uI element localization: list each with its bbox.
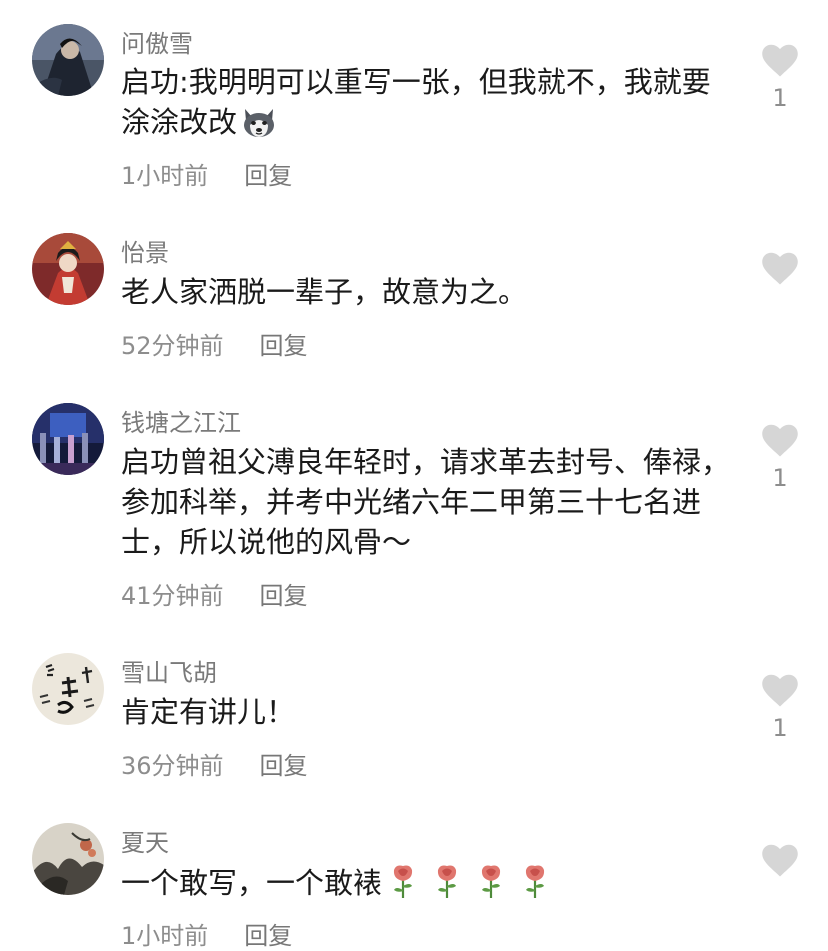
username[interactable]: 问傲雪 <box>121 24 193 59</box>
comment-text: 肯定有讲儿！ <box>121 692 731 732</box>
calligraphy-avatar-icon <box>32 653 104 725</box>
heart-icon <box>762 252 798 285</box>
username[interactable]: 钱塘之江江 <box>121 403 241 438</box>
reply-button[interactable]: 回复 <box>260 752 308 780</box>
like-count <box>760 292 800 322</box>
heart-icon <box>762 674 798 707</box>
like-count <box>760 884 800 914</box>
ink-painting-avatar-icon <box>32 823 104 895</box>
comment-time: 1小时前 <box>121 162 209 190</box>
avatar[interactable] <box>32 24 104 96</box>
comment-time: 1小时前 <box>121 922 209 950</box>
comment-body: 一个敢写，一个敢裱 <box>121 866 383 900</box>
like-count: 1 <box>772 84 788 112</box>
comment-body: 肯定有讲儿！ <box>121 695 296 729</box>
comment-text: 启功曾祖父溥良年轻时，请求革去封号、俸禄，参加科举，并考中光绪六年二甲第三十七名… <box>121 442 731 562</box>
comment-text: 一个敢写，一个敢裱 <box>121 862 731 910</box>
rose-emoji-icon <box>476 862 506 910</box>
avatar[interactable] <box>32 653 104 725</box>
comment-time: 36分钟前 <box>121 752 224 780</box>
rose-emoji-icon <box>388 862 418 910</box>
comment-time: 52分钟前 <box>121 332 224 360</box>
heart-icon <box>762 44 798 77</box>
rose-emoji-icon <box>520 862 550 910</box>
reply-button[interactable]: 回复 <box>244 162 292 190</box>
avatar[interactable] <box>32 403 104 475</box>
stage-avatar-icon <box>32 403 104 475</box>
rose-emoji-icon <box>432 862 462 910</box>
comment-meta: 36分钟前 回复 <box>121 746 308 781</box>
reply-button[interactable]: 回复 <box>244 922 292 950</box>
like-button[interactable]: 1 <box>760 44 800 114</box>
avatar[interactable] <box>32 823 104 895</box>
comment-body: 老人家洒脱一辈子，故意为之。 <box>121 275 528 309</box>
like-button[interactable] <box>760 252 800 322</box>
like-count: 1 <box>772 714 788 742</box>
husky-emoji-icon <box>240 105 278 149</box>
username[interactable]: 怡景 <box>121 233 169 268</box>
comment-meta: 52分钟前 回复 <box>121 326 308 361</box>
comment-body: 启功:我明明可以重写一张，但我就不，我就要涂涂改改 <box>121 65 711 139</box>
comment-meta: 1小时前 回复 <box>121 916 292 951</box>
username[interactable]: 雪山飞胡 <box>121 653 217 688</box>
heart-icon <box>762 424 798 457</box>
like-button[interactable] <box>760 844 800 914</box>
heart-icon <box>762 844 798 877</box>
username[interactable]: 夏天 <box>121 823 169 858</box>
reply-button[interactable]: 回复 <box>260 582 308 610</box>
comment-time: 41分钟前 <box>121 582 224 610</box>
comment-meta: 41分钟前 回复 <box>121 576 308 611</box>
comment-text: 老人家洒脱一辈子，故意为之。 <box>121 272 731 312</box>
red-costume-avatar-icon <box>32 233 104 305</box>
like-count: 1 <box>772 464 788 492</box>
avatar[interactable] <box>32 233 104 305</box>
like-button[interactable]: 1 <box>760 674 800 744</box>
reply-button[interactable]: 回复 <box>260 332 308 360</box>
comment-body: 启功曾祖父溥良年轻时，请求革去封号、俸禄，参加科举，并考中光绪六年二甲第三十七名… <box>121 445 731 559</box>
comment-meta: 1小时前 回复 <box>121 156 292 191</box>
comment-text: 启功:我明明可以重写一张，但我就不，我就要涂涂改改 <box>121 62 731 149</box>
dark-figure-avatar-icon <box>32 24 104 96</box>
like-button[interactable]: 1 <box>760 424 800 494</box>
